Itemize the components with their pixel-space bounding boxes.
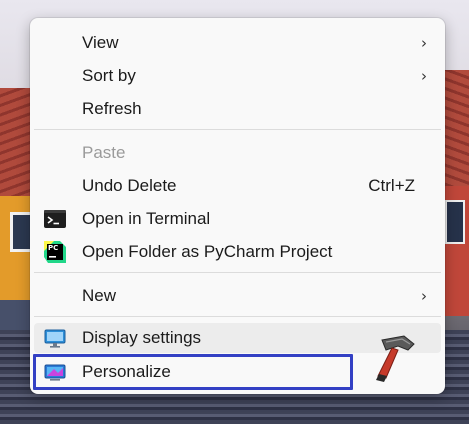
shortcut-text: Ctrl+Z [368,176,415,195]
menu-item-paste: Paste [34,138,441,168]
chevron-right-icon: › [421,34,427,52]
menu-item-label: View [82,33,119,52]
menu-item-label: Open Folder as PyCharm Project [82,242,333,261]
menu-item-label: Open in Terminal [82,209,211,228]
hammer-logo-icon [376,335,415,382]
terminal-icon [44,210,66,228]
menu-item-label: Sort by [82,66,136,85]
menu-separator [34,316,441,317]
personalize-highlight-box [33,354,353,390]
menu-separator [34,272,441,273]
menu-item-view[interactable]: View › [34,28,441,58]
menu-item-label: Paste [82,143,126,162]
menu-item-sort-by[interactable]: Sort by › [34,61,441,91]
menu-item-open-pycharm-project[interactable]: PC Open Folder as PyCharm Project [34,237,441,267]
pycharm-icon-text: PC [48,244,59,252]
menu-item-label: New [82,286,117,305]
menu-separator [34,129,441,130]
chevron-right-icon: › [421,287,427,305]
menu-item-label: Display settings [82,328,202,347]
chevron-right-icon: › [421,67,427,85]
menu-item-label: Undo Delete [82,176,177,195]
menu-item-refresh[interactable]: Refresh [34,94,441,124]
menu-item-new[interactable]: New › [34,281,441,311]
menu-item-open-in-terminal[interactable]: Open in Terminal [34,204,441,234]
menu-item-undo-delete[interactable]: Undo Delete Ctrl+Z [34,171,441,201]
menu-item-label: Refresh [82,99,142,118]
display-icon [44,329,66,348]
wallpaper-house-window-right [445,200,465,244]
